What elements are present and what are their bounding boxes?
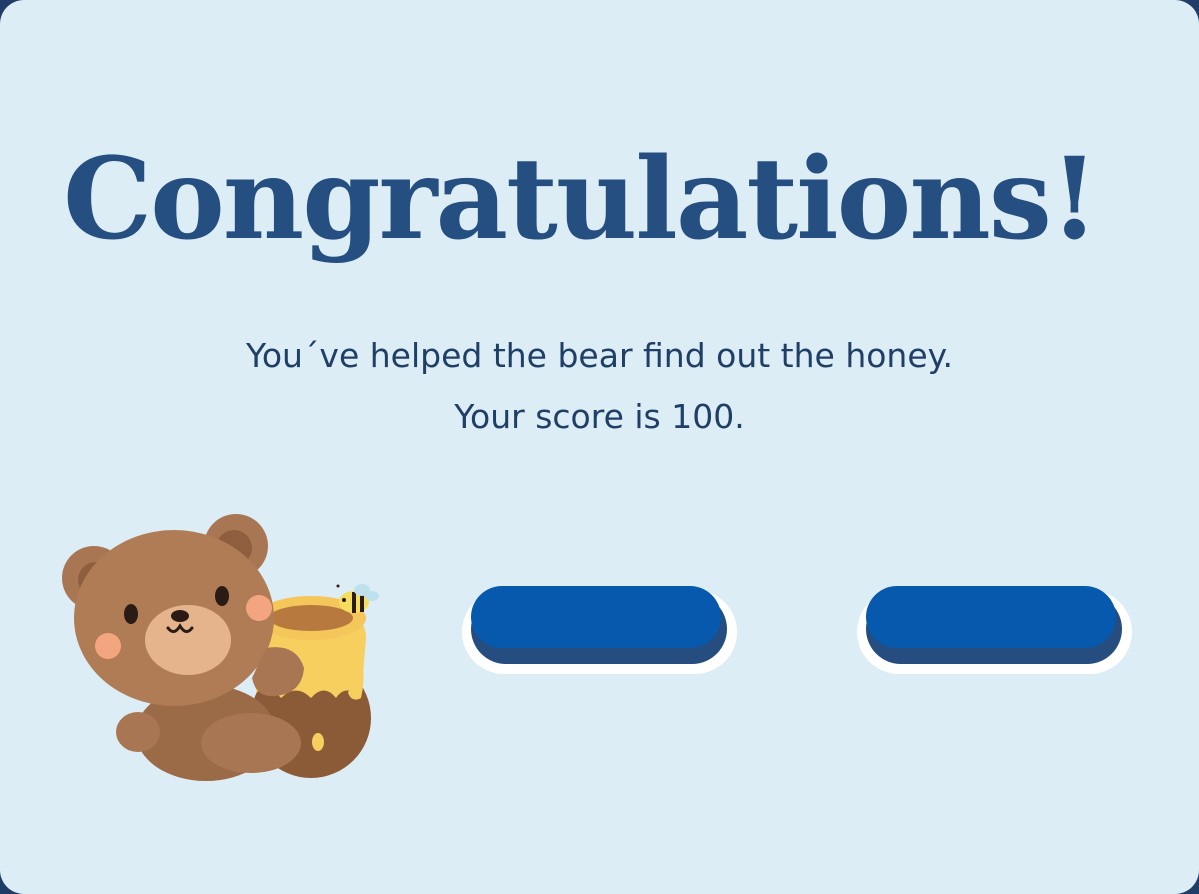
- right-action-button-face[interactable]: [866, 586, 1116, 648]
- right-action-button[interactable]: [857, 586, 1132, 674]
- left-action-button-face[interactable]: [471, 586, 721, 648]
- left-action-button[interactable]: [462, 586, 737, 674]
- result-card: Congratulations! You´ve helped the bear …: [0, 0, 1199, 894]
- bear-icon: [62, 514, 304, 781]
- score-message: Your score is 100.: [454, 397, 745, 436]
- bear-with-honey-pot-icon: [62, 514, 379, 781]
- result-message: You´ve helped the bear find out the hone…: [246, 336, 953, 375]
- congratulations-title: Congratulations!: [62, 134, 1099, 265]
- bee-icon: [336, 584, 379, 613]
